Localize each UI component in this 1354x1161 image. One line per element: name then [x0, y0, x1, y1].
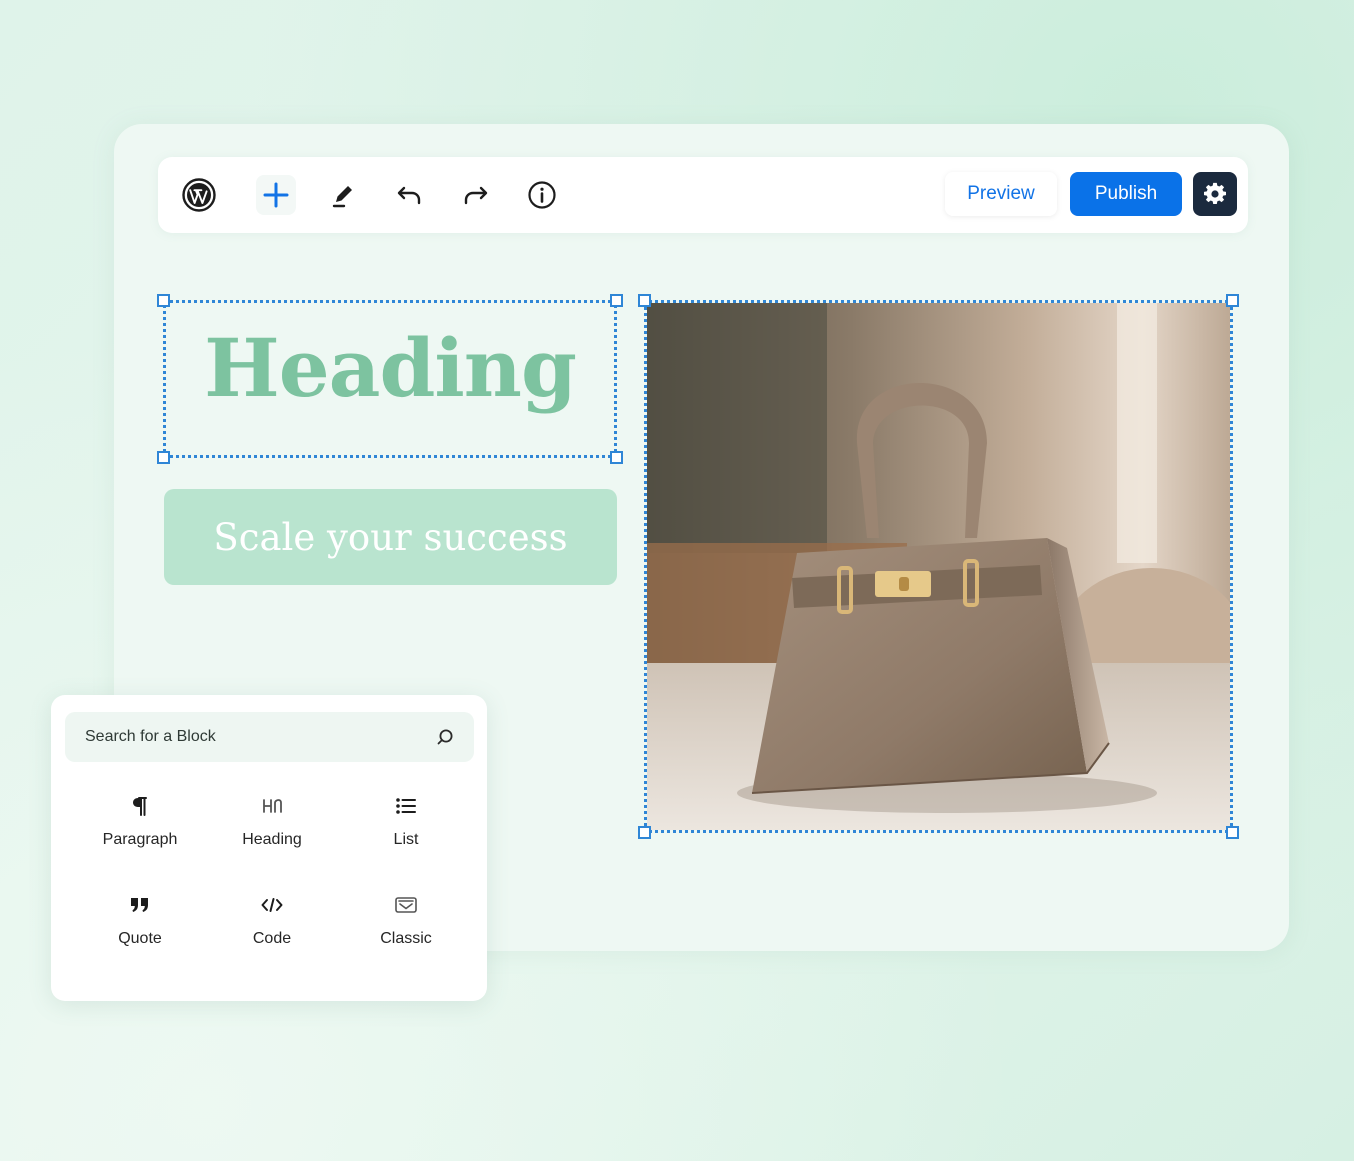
search-icon[interactable] [436, 728, 454, 746]
block-label: Code [252, 930, 292, 947]
block-item-list[interactable]: List [341, 793, 471, 873]
settings-button[interactable] [1193, 172, 1237, 216]
resize-handle-bottom-right[interactable] [610, 451, 623, 464]
undo-icon[interactable] [389, 175, 429, 215]
gear-icon [1204, 182, 1226, 205]
preview-button[interactable]: Preview [945, 172, 1057, 216]
resize-handle-bottom-left[interactable] [638, 826, 651, 839]
block-item-code[interactable]: Code [207, 892, 337, 972]
pencil-icon[interactable] [323, 175, 363, 215]
block-label: List [393, 831, 419, 848]
classic-icon [394, 892, 418, 918]
editor-toolbar: Preview Publish [158, 157, 1248, 233]
quote-icon [129, 892, 151, 918]
image-block-selection[interactable] [638, 294, 1239, 839]
block-search [65, 712, 474, 762]
list-icon [395, 793, 417, 819]
resize-handle-top-left[interactable] [638, 294, 651, 307]
block-search-input[interactable] [65, 712, 474, 762]
code-icon [260, 892, 284, 918]
block-item-classic[interactable]: Classic [341, 892, 471, 972]
block-label: Heading [242, 831, 302, 848]
block-inserter-panel: Paragraph Heading List [51, 695, 487, 1001]
heading-block-selection[interactable]: Heading [157, 294, 623, 464]
block-item-quote[interactable]: Quote [75, 892, 205, 972]
wordpress-logo-icon[interactable] [179, 175, 219, 215]
heading-icon [261, 793, 283, 819]
resize-handle-top-right[interactable] [610, 294, 623, 307]
plus-icon [263, 182, 289, 208]
resize-handle-bottom-left[interactable] [157, 451, 170, 464]
resize-handle-top-left[interactable] [157, 294, 170, 307]
block-label: Quote [118, 930, 162, 947]
handbag-photo [647, 303, 1230, 830]
block-item-heading[interactable]: Heading [207, 793, 337, 873]
block-item-paragraph[interactable]: Paragraph [75, 793, 205, 873]
add-block-button[interactable] [256, 175, 296, 215]
product-image[interactable] [647, 303, 1230, 830]
resize-handle-bottom-right[interactable] [1226, 826, 1239, 839]
block-label: Paragraph [102, 831, 178, 848]
info-icon[interactable] [522, 175, 562, 215]
paragraph-icon [130, 793, 150, 819]
publish-button[interactable]: Publish [1070, 172, 1182, 216]
heading-text[interactable]: Heading [166, 321, 614, 415]
redo-icon[interactable] [456, 175, 496, 215]
cta-button[interactable]: Scale your success [164, 489, 617, 585]
resize-handle-top-right[interactable] [1226, 294, 1239, 307]
block-label: Classic [380, 930, 432, 947]
